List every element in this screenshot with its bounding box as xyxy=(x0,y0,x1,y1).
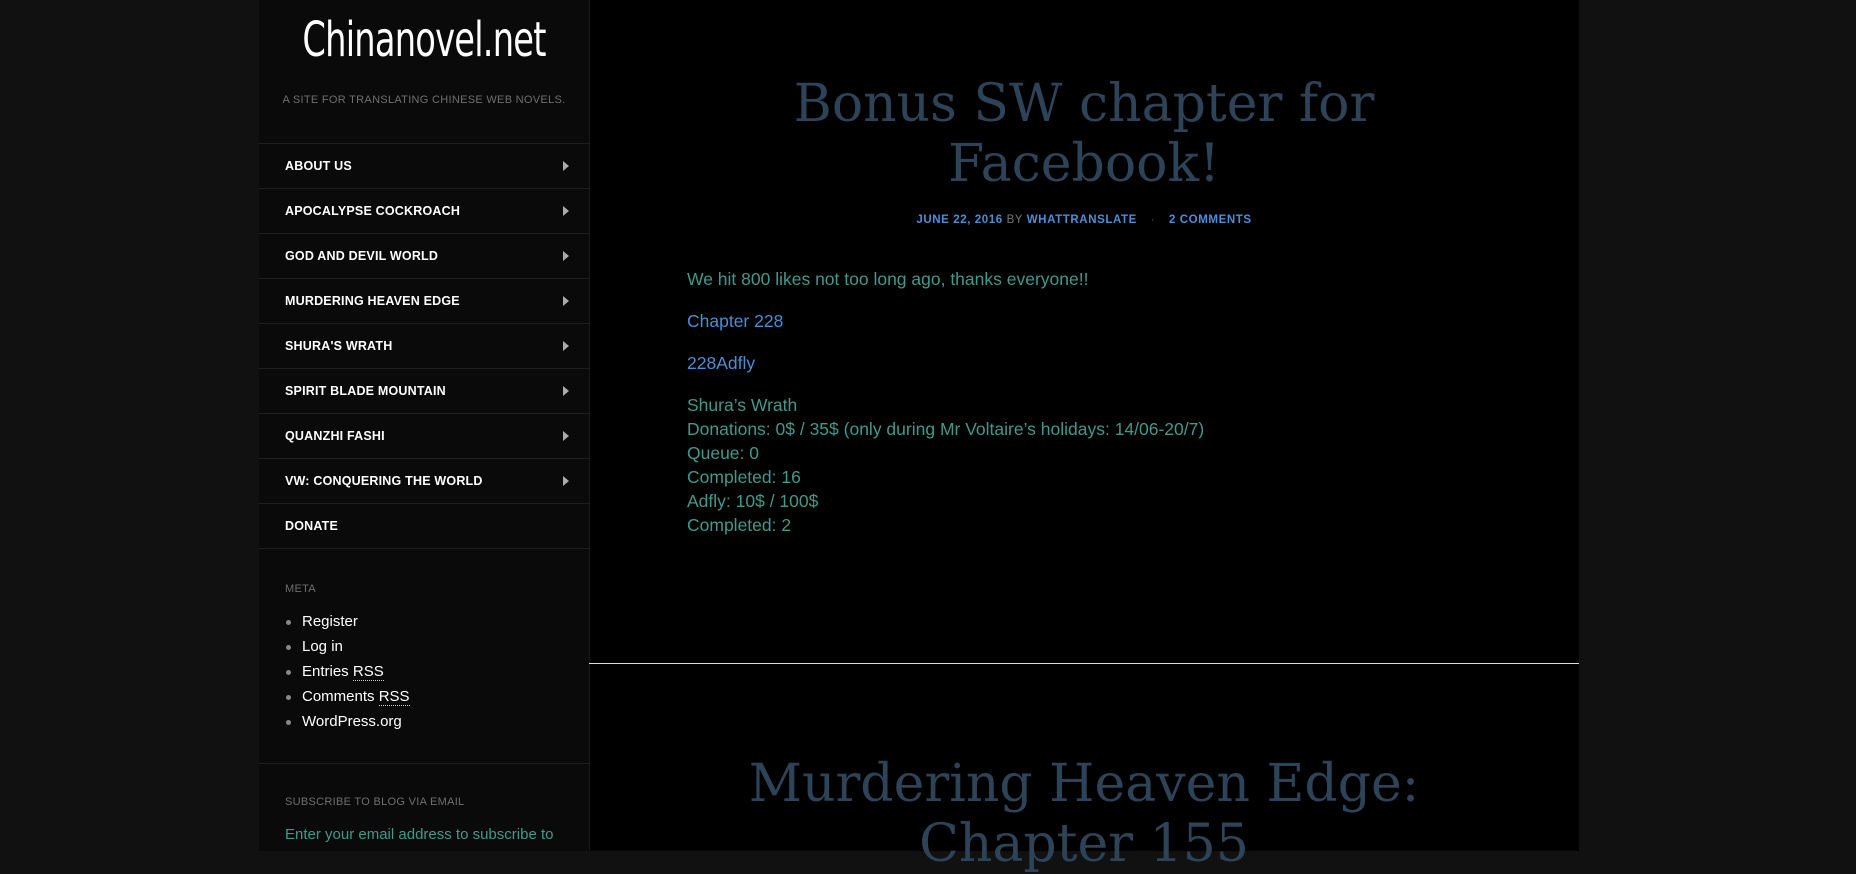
post-stats: Shura’s Wrath Donations: 0$ / 35$ (only … xyxy=(687,393,1487,537)
stats-line: Shura’s Wrath xyxy=(687,395,798,415)
bullet-icon xyxy=(286,670,291,675)
post-date-link[interactable]: JUNE 22, 2016 xyxy=(916,214,1002,226)
post-paragraph: 228Adfly xyxy=(687,351,1487,375)
chapter-228-adfly-link[interactable]: 228Adfly xyxy=(687,353,755,373)
register-link[interactable]: Register xyxy=(302,613,358,630)
menu-item-god-and-devil-world[interactable]: GOD AND DEVIL WORLD xyxy=(259,234,589,279)
menu-item-quanzhi-fashi[interactable]: QUANZHI FASHI xyxy=(259,414,589,459)
menu-item-label: ABOUT US xyxy=(285,159,352,173)
list-item: Log in xyxy=(285,638,410,663)
chapter-228-link[interactable]: Chapter 228 xyxy=(687,311,783,331)
post-divider xyxy=(589,663,1579,664)
widget-divider xyxy=(259,763,589,764)
meta-links: Register Log in Entries RSS Comments RSS… xyxy=(285,613,410,738)
post-title-line: Bonus SW chapter for xyxy=(793,74,1375,134)
entries-label: Entries xyxy=(302,663,349,680)
list-item: Entries RSS xyxy=(285,663,410,688)
menu-item-donate[interactable]: DONATE xyxy=(259,504,589,549)
post-paragraph: We hit 800 likes not too long ago, thank… xyxy=(687,269,1089,289)
caret-right-icon[interactable] xyxy=(563,206,569,216)
menu-item-spirit-blade-mountain[interactable]: SPIRIT BLADE MOUNTAIN xyxy=(259,369,589,414)
post-title-line: Murdering Heaven Edge: xyxy=(748,754,1420,814)
bullet-icon xyxy=(286,720,291,725)
rss-abbr: RSS xyxy=(352,663,384,681)
stats-line: Completed: 2 xyxy=(687,515,792,535)
post-title-line: Chapter 155 xyxy=(919,814,1249,874)
menu-item-vw-conquering-the-world[interactable]: VW: CONQUERING THE WORLD xyxy=(259,459,589,504)
post-title[interactable]: Murdering Heaven Edge: Chapter 155 xyxy=(684,754,1484,874)
by-label: BY xyxy=(1006,214,1023,226)
menu-item-shuras-wrath[interactable]: SHURA'S WRATH xyxy=(259,324,589,369)
site-title[interactable]: Chinanovel.net xyxy=(295,12,552,68)
main-content: Bonus SW chapter for Facebook! JUNE 22, … xyxy=(589,0,1579,874)
main-menu: ABOUT US APOCALYPSE COCKROACH GOD AND DE… xyxy=(259,143,589,549)
caret-right-icon[interactable] xyxy=(563,251,569,261)
entries-rss-link[interactable]: Entries RSS xyxy=(302,663,384,681)
subscribe-description: Enter your email address to subscribe to xyxy=(285,826,554,843)
stats-line: Adfly: 10$ / 100$ xyxy=(687,491,819,511)
list-item: Register xyxy=(285,613,410,638)
menu-item-label: APOCALYPSE COCKROACH xyxy=(285,204,461,218)
menu-item-murdering-heaven-edge[interactable]: MURDERING HEAVEN EDGE xyxy=(259,279,589,324)
post-paragraph: Chapter 228 xyxy=(687,309,1487,333)
meta-widget-title: META xyxy=(285,583,316,595)
bullet-icon xyxy=(286,695,291,700)
menu-item-apocalypse-cockroach[interactable]: APOCALYPSE COCKROACH xyxy=(259,189,589,234)
menu-item-about-us[interactable]: ABOUT US xyxy=(259,144,589,189)
meta-separator: · xyxy=(1150,214,1156,226)
bullet-icon xyxy=(286,645,291,650)
author-link[interactable]: WHATTRANSLATE xyxy=(1027,214,1137,226)
caret-right-icon[interactable] xyxy=(563,341,569,351)
post-content: We hit 800 likes not too long ago, thank… xyxy=(687,267,1487,555)
stats-line: Queue: 0 xyxy=(687,443,759,463)
stats-line: Completed: 16 xyxy=(687,467,801,487)
site-description: A SITE FOR TRANSLATING CHINESE WEB NOVEL… xyxy=(282,94,566,106)
comments-label: Comments xyxy=(302,688,375,705)
post-title-line: Facebook! xyxy=(948,134,1220,194)
caret-right-icon[interactable] xyxy=(563,431,569,441)
menu-item-label: GOD AND DEVIL WORLD xyxy=(285,249,439,263)
bullet-icon xyxy=(286,620,291,625)
menu-item-label: DONATE xyxy=(285,519,339,533)
menu-item-label: VW: CONQUERING THE WORLD xyxy=(285,474,483,488)
menu-item-label: SPIRIT BLADE MOUNTAIN xyxy=(285,384,446,398)
log-in-link[interactable]: Log in xyxy=(302,638,343,655)
page-container: Chinanovel.net A SITE FOR TRANSLATING CH… xyxy=(259,0,1579,874)
list-item: WordPress.org xyxy=(285,713,410,738)
sidebar: Chinanovel.net A SITE FOR TRANSLATING CH… xyxy=(259,0,590,851)
caret-right-icon[interactable] xyxy=(563,161,569,171)
wordpress-org-link[interactable]: WordPress.org xyxy=(302,713,402,730)
caret-right-icon[interactable] xyxy=(563,296,569,306)
list-item: Comments RSS xyxy=(285,688,410,713)
comments-link[interactable]: 2 COMMENTS xyxy=(1169,214,1252,226)
caret-right-icon[interactable] xyxy=(563,386,569,396)
caret-right-icon[interactable] xyxy=(563,476,569,486)
menu-item-label: MURDERING HEAVEN EDGE xyxy=(285,294,460,308)
menu-item-label: QUANZHI FASHI xyxy=(285,429,385,443)
comments-rss-link[interactable]: Comments RSS xyxy=(302,688,410,706)
subscribe-widget-title: SUBSCRIBE TO BLOG VIA EMAIL xyxy=(285,796,465,808)
menu-item-label: SHURA'S WRATH xyxy=(285,339,393,353)
post-title[interactable]: Bonus SW chapter for Facebook! xyxy=(684,74,1484,194)
stats-line: Donations: 0$ / 35$ (only during Mr Volt… xyxy=(687,419,1205,439)
rss-abbr: RSS xyxy=(378,688,410,706)
post-meta: JUNE 22, 2016 BY WHATTRANSLATE · 2 COMME… xyxy=(684,214,1484,226)
